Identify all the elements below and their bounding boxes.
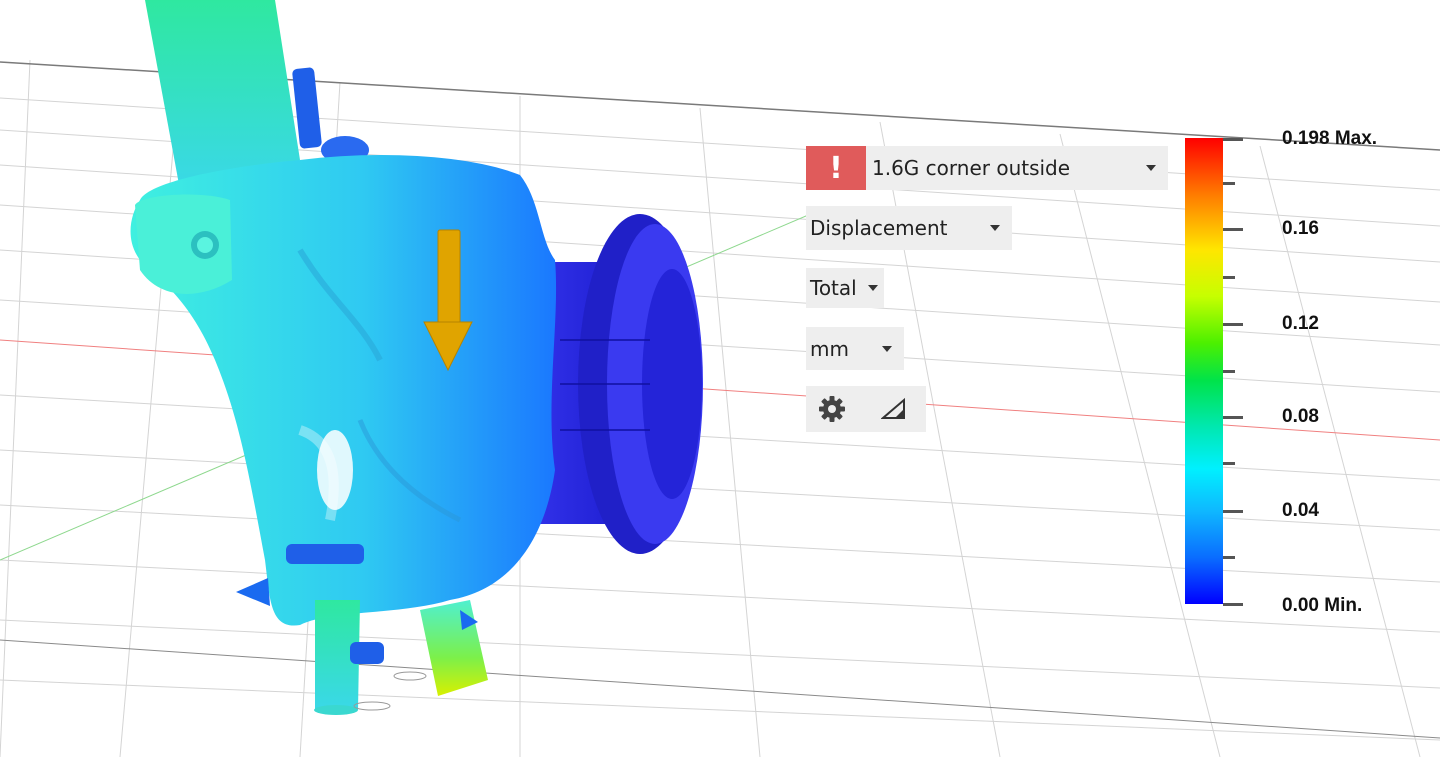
units-label: mm: [810, 336, 849, 361]
legend-tick: [1223, 510, 1243, 513]
fixture-pin-lower: [286, 544, 364, 564]
gear-icon: [819, 396, 845, 422]
legend-label: 0.08: [1282, 406, 1319, 427]
legend-tick-minor: [1223, 462, 1235, 465]
chevron-down-icon: [868, 285, 878, 291]
chevron-down-icon: [1146, 165, 1156, 171]
fixture-pin: [292, 67, 322, 149]
legend-tick: [1223, 323, 1243, 326]
upper-tube: [145, 0, 300, 190]
legend-tick: [1223, 228, 1243, 231]
legend-color-bar: [1185, 138, 1223, 604]
legend-tick-min: [1223, 603, 1243, 606]
legend-tick: [1223, 416, 1243, 419]
component-dropdown[interactable]: Total: [806, 268, 884, 308]
load-case-label: 1.6G corner outside: [872, 156, 1071, 180]
load-case-dropdown[interactable]: ! 1.6G corner outside: [806, 146, 1168, 190]
legend-max-label: 0.198 Max.: [1282, 128, 1378, 149]
legend-tool-row: [806, 386, 926, 432]
model-canvas[interactable]: [0, 0, 1440, 757]
result-type-dropdown[interactable]: Displacement: [806, 206, 1012, 250]
chevron-down-icon: [882, 345, 892, 352]
hub-flange-inner: [642, 269, 702, 499]
legend-tick-max: [1223, 138, 1243, 141]
legend-settings-button[interactable]: [806, 386, 858, 432]
mount-hole-inner: [197, 237, 213, 253]
lower-window: [317, 430, 353, 510]
legend-label: 0.16: [1282, 218, 1319, 239]
legend-label: 0.12: [1282, 313, 1319, 334]
legend-min-label: 0.00 Min.: [1282, 595, 1363, 616]
units-dropdown[interactable]: mm: [806, 327, 904, 370]
lower-tube-right: [420, 600, 488, 696]
legend-tick-minor: [1223, 182, 1235, 185]
triangle-ramp-icon: [881, 397, 905, 419]
legend-tick-minor: [1223, 276, 1235, 279]
chevron-down-icon: [990, 225, 1000, 231]
legend-label: 0.04: [1282, 500, 1319, 521]
warning-icon[interactable]: !: [806, 146, 866, 190]
legend-tick-minor: [1223, 556, 1235, 559]
result-type-label: Displacement: [810, 216, 948, 240]
component-label: Total: [810, 276, 857, 300]
legend-ramp-toggle-button[interactable]: [868, 386, 920, 432]
fixture-wedge: [236, 578, 270, 606]
3d-viewport[interactable]: [0, 0, 1440, 757]
legend-tick-minor: [1223, 370, 1235, 373]
